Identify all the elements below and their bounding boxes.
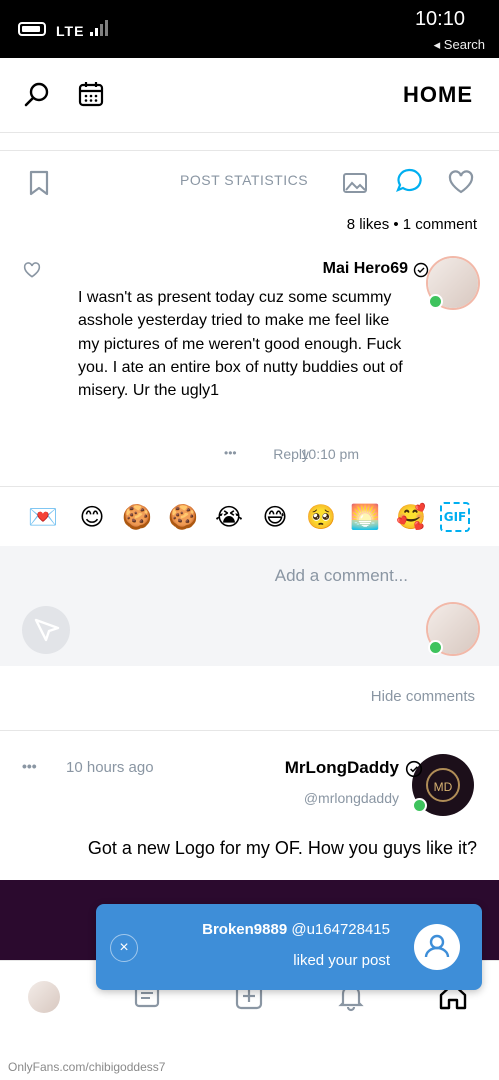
- post-author-name[interactable]: MrLongDaddy: [285, 758, 399, 778]
- divider: [0, 150, 499, 151]
- user-icon: [414, 924, 460, 970]
- watermark: OnlyFans.com/chibigoddess7: [8, 1060, 166, 1074]
- notification-close-button[interactable]: ×: [110, 934, 138, 962]
- comment-icon[interactable]: [394, 166, 424, 196]
- emoji-love-letter[interactable]: 💌: [26, 500, 60, 534]
- comment-more-icon[interactable]: •••: [224, 446, 237, 460]
- notification-title: Broken9889 @u164728415: [202, 921, 390, 938]
- emoji-cookie[interactable]: 🍪: [120, 500, 154, 534]
- comment-like-heart-icon[interactable]: [22, 260, 42, 280]
- emoji-pleading[interactable]: 🥺: [304, 500, 338, 534]
- comment-time: 10:10 pm: [300, 446, 359, 462]
- emoji-smile[interactable]: 😊: [75, 500, 109, 534]
- back-to-app-link[interactable]: ◂ Search: [434, 37, 485, 53]
- comment-author[interactable]: Mai Hero69: [323, 260, 408, 278]
- comment-text: I wasn't as present today cuz some scumm…: [78, 289, 403, 400]
- emoji-sweat-smile[interactable]: 😅: [258, 500, 292, 534]
- emoji-sunrise[interactable]: 🌅: [348, 500, 382, 534]
- post-author-handle[interactable]: @mrlongdaddy: [304, 790, 399, 806]
- hide-comments-link[interactable]: Hide comments: [371, 688, 475, 705]
- page-title: HOME: [403, 82, 473, 107]
- bookmark-icon[interactable]: [24, 168, 54, 198]
- heart-icon[interactable]: [446, 167, 476, 197]
- emoji-cookie-bitten[interactable]: 🍪: [166, 500, 200, 534]
- add-comment-input[interactable]: Add a comment...: [275, 566, 408, 586]
- notification-user-handle: @u164728415: [291, 921, 390, 938]
- add-comment-area: [0, 546, 499, 666]
- post-statistics-label[interactable]: POST STATISTICS: [180, 172, 308, 188]
- top-header: HOME: [0, 58, 499, 133]
- verified-icon: [405, 760, 423, 778]
- battery-icon: [18, 22, 46, 36]
- post-more-icon[interactable]: •••: [22, 758, 37, 774]
- signal-icon: [90, 20, 110, 36]
- post-time: 10 hours ago: [66, 759, 154, 776]
- verified-icon: [413, 262, 429, 278]
- profile-tab-avatar[interactable]: [28, 981, 60, 1013]
- like-notification-toast[interactable]: × Broken9889 @u164728415 liked your post: [96, 904, 482, 990]
- send-comment-button[interactable]: [22, 606, 70, 654]
- calendar-icon[interactable]: [76, 79, 106, 109]
- status-bar: LTE 10:10 ◂ Search: [0, 0, 499, 58]
- network-type: LTE: [56, 23, 85, 39]
- online-indicator: [428, 294, 443, 309]
- online-indicator: [428, 640, 443, 655]
- notification-user: Broken9889: [202, 921, 288, 938]
- notification-message: liked your post: [293, 952, 390, 969]
- gif-button[interactable]: GIF: [440, 502, 470, 532]
- image-stats-icon[interactable]: [340, 168, 370, 198]
- emoji-crying[interactable]: 😭: [212, 500, 246, 534]
- divider: [0, 486, 499, 487]
- divider: [0, 730, 499, 731]
- status-time: 10:10: [414, 8, 465, 30]
- search-icon[interactable]: [22, 80, 52, 110]
- reply-button[interactable]: Reply: [273, 446, 309, 462]
- online-indicator: [412, 798, 427, 813]
- logo-badge: MD: [426, 768, 460, 802]
- post-text: Got a new Logo for my OF. How you guys l…: [87, 838, 477, 858]
- emoji-hearts-face[interactable]: 🥰: [394, 500, 428, 534]
- likes-comments-count[interactable]: 8 likes • 1 comment: [347, 216, 477, 233]
- emoji-quick-bar: 💌 😊 🍪 🍪 😭 😅 🥺 🌅 🥰 GIF: [20, 500, 480, 540]
